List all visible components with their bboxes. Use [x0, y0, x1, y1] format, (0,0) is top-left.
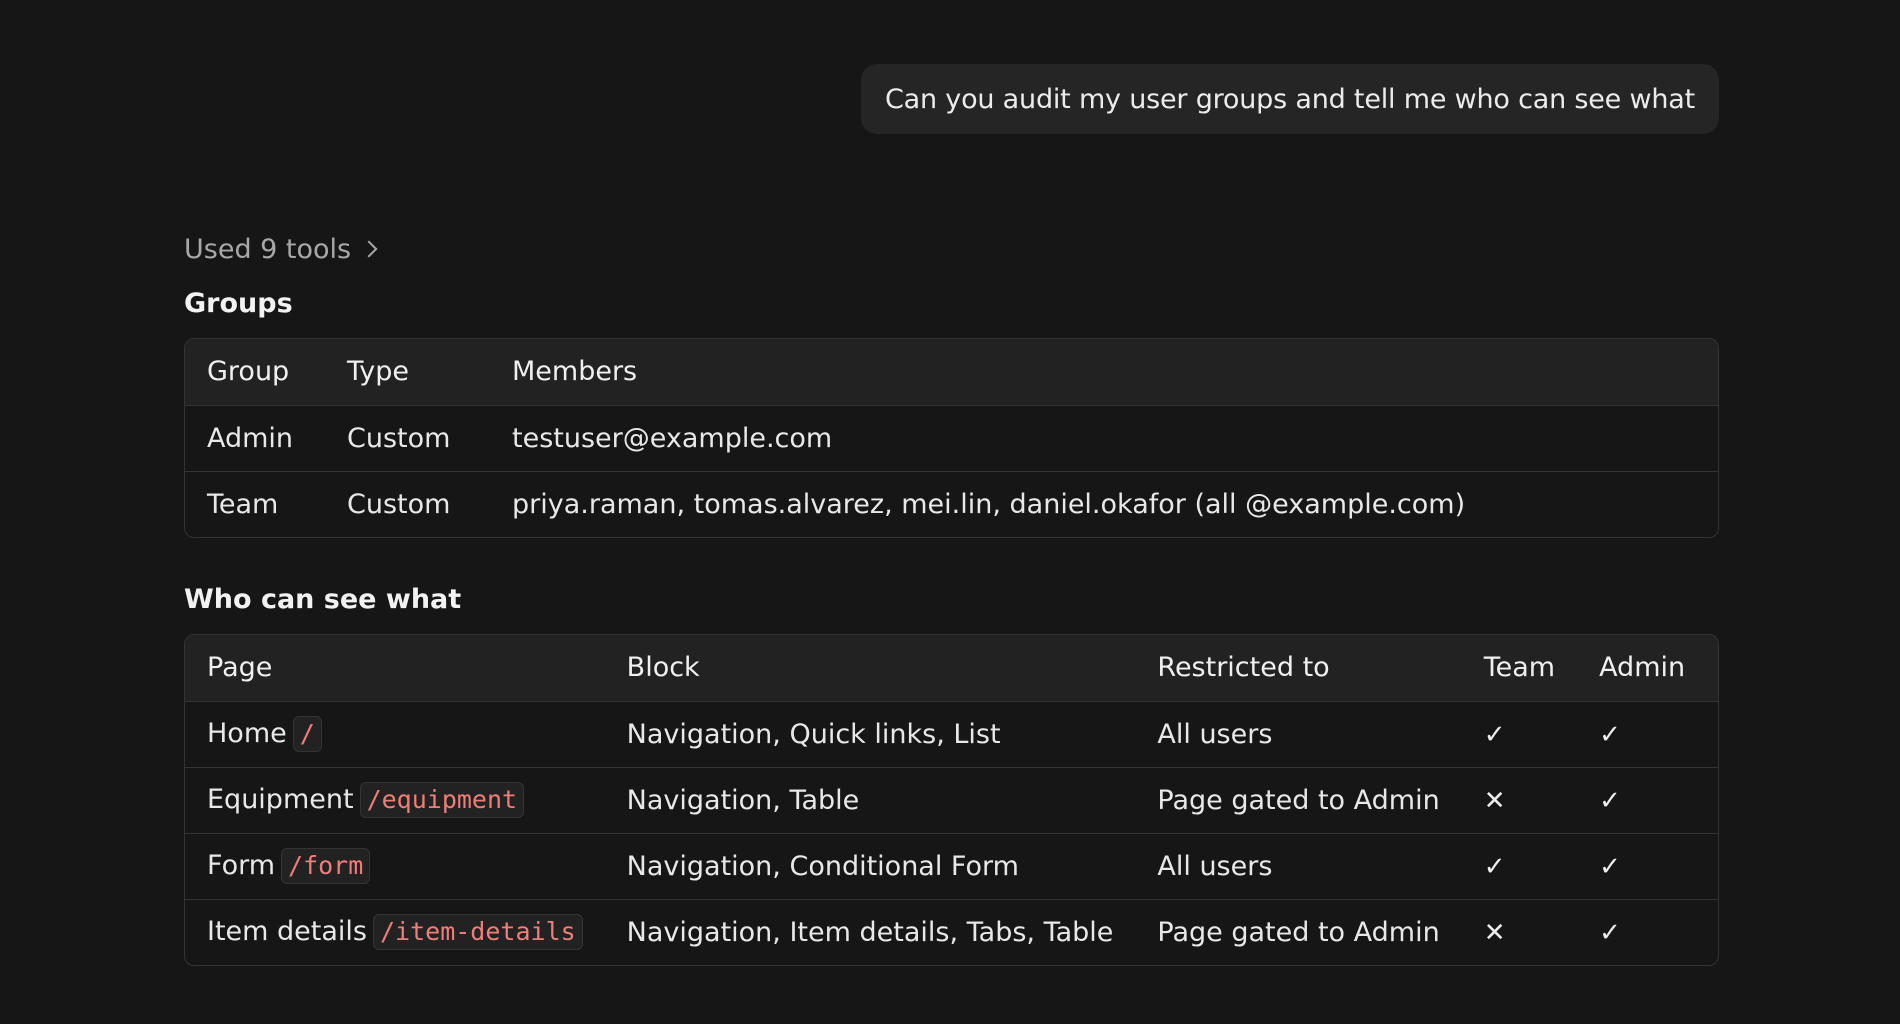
restricted-cell: Page gated to Admin	[1135, 766, 1462, 833]
table-row: Admin Custom testuser@example.com	[185, 404, 1718, 471]
block-cell: Navigation, Item details, Tabs, Table	[604, 898, 1136, 965]
checkmark-icon: ✓	[1599, 719, 1621, 750]
groups-table: Group Type Members Admin Custom testuser…	[185, 339, 1718, 537]
table-row: Item details/item-details Navigation, It…	[185, 898, 1718, 965]
column-header-members: Members	[512, 356, 638, 388]
checkmark-icon: ✓	[1483, 719, 1506, 750]
column-header-type: Type	[347, 356, 410, 388]
team-access-cell: ✕	[1461, 766, 1578, 833]
members-cell: testuser@example.com	[490, 404, 1718, 471]
column-header-block: Block	[626, 652, 700, 684]
access-table: Page Block Restricted to Team Admin Home…	[185, 635, 1718, 965]
restricted-cell: All users	[1135, 700, 1462, 767]
checkmark-icon: ✓	[1599, 851, 1621, 882]
page-path-code: /equipment	[359, 782, 525, 818]
chevron-right-icon	[360, 240, 378, 258]
chat-page: Can you audit my user groups and tell me…	[0, 0, 1900, 1024]
table-row: Team Custom priya.raman, tomas.alvarez, …	[185, 470, 1718, 537]
block-cell: Navigation, Table	[604, 766, 1136, 833]
column-header-team: Team	[1483, 652, 1556, 684]
cross-icon: ✕	[1483, 785, 1506, 816]
members-cell: priya.raman, tomas.alvarez, mei.lin, dan…	[490, 470, 1718, 537]
type-cell: Custom	[325, 404, 490, 471]
team-access-cell: ✓	[1461, 700, 1578, 767]
column-header-restricted-to: Restricted to	[1157, 652, 1330, 684]
access-heading: Who can see what	[184, 584, 462, 615]
page-name: Item details	[207, 916, 367, 948]
page-path-code: /item-details	[373, 914, 583, 951]
page-name: Equipment	[207, 784, 354, 815]
page-name: Home	[207, 718, 287, 749]
admin-access-cell: ✓	[1577, 832, 1718, 899]
table-row: Form/form Navigation, Conditional Form A…	[185, 832, 1718, 899]
user-message-text: Can you audit my user groups and tell me…	[885, 83, 1695, 115]
checkmark-icon: ✓	[1483, 851, 1506, 882]
page-cell: Item details/item-details	[185, 898, 605, 965]
restricted-cell: All users	[1135, 832, 1462, 899]
page-cell: Equipment/equipment	[185, 766, 605, 833]
page-path-code: /	[292, 716, 322, 752]
used-tools-toggle[interactable]: Used 9 tools	[184, 226, 378, 272]
page-path-code: /form	[281, 848, 371, 884]
admin-access-cell: ✓	[1577, 898, 1718, 965]
page-cell: Home /	[185, 700, 605, 767]
team-access-cell: ✓	[1461, 832, 1578, 899]
block-cell: Navigation, Quick links, List	[604, 700, 1136, 767]
team-access-cell: ✕	[1461, 898, 1578, 965]
user-message-bubble: Can you audit my user groups and tell me…	[861, 64, 1719, 134]
restricted-cell: Page gated to Admin	[1135, 898, 1462, 965]
admin-access-cell: ✓	[1577, 700, 1718, 767]
page-cell: Form/form	[185, 832, 605, 899]
column-header-admin: Admin	[1599, 652, 1686, 684]
type-cell: Custom	[325, 470, 490, 537]
access-table-container: Page Block Restricted to Team Admin Home…	[184, 634, 1719, 966]
block-cell: Navigation, Conditional Form	[604, 832, 1136, 899]
checkmark-icon: ✓	[1599, 785, 1621, 816]
admin-access-cell: ✓	[1577, 766, 1718, 833]
checkmark-icon: ✓	[1599, 917, 1621, 948]
group-cell: Team	[185, 470, 325, 537]
column-header-group: Group	[207, 356, 290, 388]
cross-icon: ✕	[1483, 917, 1506, 948]
groups-table-header-row: Group Type Members	[185, 339, 1718, 405]
table-row: Home / Navigation, Quick links, List All …	[185, 700, 1718, 767]
column-header-page: Page	[207, 652, 273, 684]
page-name: Form	[207, 850, 276, 881]
groups-table-container: Group Type Members Admin Custom testuser…	[184, 338, 1719, 538]
groups-heading: Groups	[184, 288, 293, 319]
group-cell: Admin	[185, 404, 325, 471]
assistant-response: Used 9 tools Groups Group Type Members A…	[184, 226, 1719, 966]
used-tools-label: Used 9 tools	[184, 233, 352, 265]
access-table-header-row: Page Block Restricted to Team Admin	[185, 635, 1718, 701]
table-row: Equipment/equipment Navigation, Table Pa…	[185, 766, 1718, 833]
